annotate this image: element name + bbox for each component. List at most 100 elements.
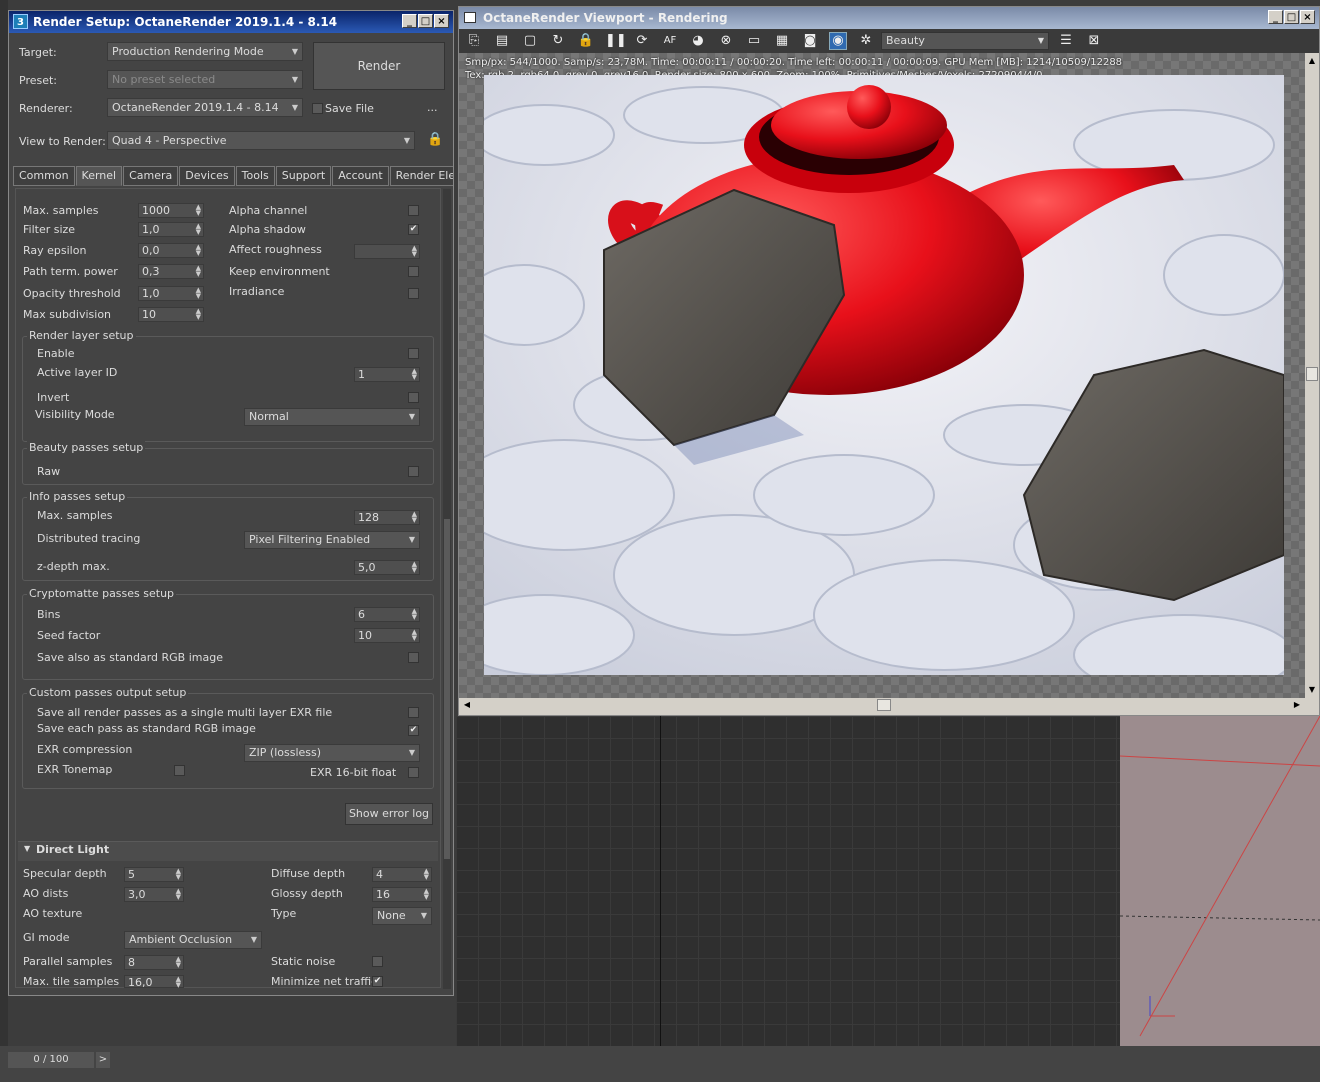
tab-support[interactable]: Support xyxy=(275,166,332,186)
no-select-icon[interactable]: ⊗ xyxy=(717,32,735,50)
top-viewport-grid[interactable] xyxy=(456,716,1120,1046)
spinner-arrows-icon[interactable]: ▲ ▼ xyxy=(196,223,201,236)
restart-icon[interactable]: ↻ xyxy=(549,32,567,50)
scroll-down-icon[interactable]: ▼ xyxy=(1306,684,1318,696)
type-dropdown[interactable]: None ▼ xyxy=(372,907,432,925)
multi-exr-checkbox[interactable] xyxy=(408,707,419,718)
scroll-right-icon[interactable]: ▶ xyxy=(1291,699,1303,711)
close-icon[interactable]: × xyxy=(1300,10,1315,24)
camera-active-icon[interactable]: ◉ xyxy=(829,32,847,50)
spinner-arrows-icon[interactable]: ▲ ▼ xyxy=(176,976,181,989)
max-subdivision-spinner[interactable]: 10 ▲ ▼ xyxy=(138,307,204,322)
tab-kernel[interactable]: Kernel xyxy=(75,166,123,186)
scrollbar-thumb[interactable] xyxy=(444,519,450,859)
minimize-icon[interactable]: _ xyxy=(402,14,417,28)
filter-size-spinner[interactable]: 1,0 ▲ ▼ xyxy=(138,222,204,237)
timeline-next-button[interactable]: > xyxy=(96,1052,110,1068)
opacity-threshold-spinner[interactable]: 1,0 ▲ ▼ xyxy=(138,286,204,301)
glossy-depth-spinner[interactable]: 16 ▲ ▼ xyxy=(372,887,432,902)
perspective-viewport[interactable] xyxy=(1120,716,1320,1046)
monitor-icon[interactable]: ▭ xyxy=(745,32,763,50)
scroll-up-icon[interactable]: ▲ xyxy=(1306,55,1318,67)
film-icon[interactable]: ▦ xyxy=(773,32,791,50)
timeline-slider[interactable]: 0 / 100 xyxy=(8,1052,94,1068)
spinner-arrows-icon[interactable]: ▲ ▼ xyxy=(424,888,429,901)
lock-render-icon[interactable]: 🔒 xyxy=(577,32,595,50)
spinner-arrows-icon[interactable]: ▲ ▼ xyxy=(176,868,181,881)
save-file-checkbox[interactable] xyxy=(312,103,323,114)
specular-depth-spinner[interactable]: 5 ▲ ▼ xyxy=(124,867,184,882)
render-button[interactable]: Render xyxy=(313,42,445,90)
af-icon[interactable]: AF xyxy=(661,32,679,50)
spinner-arrows-icon[interactable]: ▲ ▼ xyxy=(196,204,201,217)
save-rgb-checkbox[interactable] xyxy=(408,652,419,663)
active-layer-spinner[interactable]: 1 ▲ ▼ xyxy=(354,367,420,382)
scroll-left-icon[interactable]: ◀ xyxy=(461,699,473,711)
bins-spinner[interactable]: 6 ▲ ▼ xyxy=(354,607,420,622)
list-icon[interactable]: ☰ xyxy=(1057,32,1075,50)
viewport-titlebar[interactable]: OctaneRender Viewport - Rendering _ □ × xyxy=(459,7,1319,29)
pass-dropdown[interactable]: Beauty ▼ xyxy=(881,32,1049,50)
spinner-arrows-icon[interactable]: ▲ ▼ xyxy=(196,287,201,300)
tab-tools[interactable]: Tools xyxy=(235,166,275,186)
renderer-dropdown[interactable]: OctaneRender 2019.1.4 - 8.14 ▼ xyxy=(107,98,303,117)
diffuse-depth-spinner[interactable]: 4 ▲ ▼ xyxy=(372,867,432,882)
refresh-icon[interactable]: ⟳ xyxy=(633,32,651,50)
spinner-arrows-icon[interactable]: ▲ ▼ xyxy=(412,245,417,258)
minimize-icon[interactable]: _ xyxy=(1268,10,1283,24)
each-pass-rgb-checkbox[interactable]: ✔ xyxy=(408,725,419,736)
seed-factor-spinner[interactable]: 10 ▲ ▼ xyxy=(354,628,420,643)
spinner-arrows-icon[interactable]: ▲ ▼ xyxy=(176,956,181,969)
spinner-arrows-icon[interactable]: ▲ ▼ xyxy=(412,629,417,642)
scrollbar-thumb[interactable] xyxy=(1306,367,1318,381)
affect-roughness-spinner[interactable]: ▲ ▼ xyxy=(354,244,420,259)
alpha-shadow-checkbox[interactable]: ✔ xyxy=(408,224,419,235)
scrollbar-thumb[interactable] xyxy=(877,699,891,711)
spinner-arrows-icon[interactable]: ▲ ▼ xyxy=(412,608,417,621)
render-setup-titlebar[interactable]: 3 Render Setup: OctaneRender 2019.1.4 - … xyxy=(9,11,453,33)
enable-checkbox[interactable] xyxy=(408,348,419,359)
path-term-spinner[interactable]: 0,3 ▲ ▼ xyxy=(138,264,204,279)
spinner-arrows-icon[interactable]: ▲ ▼ xyxy=(196,265,201,278)
distributed-tracing-dropdown[interactable]: Pixel Filtering Enabled ▼ xyxy=(244,531,420,549)
maximize-icon[interactable]: □ xyxy=(418,14,433,28)
irradiance-checkbox[interactable] xyxy=(408,288,419,299)
tab-devices[interactable]: Devices xyxy=(179,166,235,186)
close-icon[interactable]: × xyxy=(434,14,449,28)
pause-icon[interactable]: ❚❚ xyxy=(605,32,627,50)
fit-icon[interactable]: ⊠ xyxy=(1085,32,1103,50)
exr-compression-dropdown[interactable]: ZIP (lossless) ▼ xyxy=(244,744,420,762)
more-files-button[interactable]: ... xyxy=(427,101,438,114)
raw-checkbox[interactable] xyxy=(408,466,419,477)
spinner-arrows-icon[interactable]: ▲ ▼ xyxy=(196,244,201,257)
spinner-arrows-icon[interactable]: ▲ ▼ xyxy=(196,308,201,321)
spinner-arrows-icon[interactable]: ▲ ▼ xyxy=(412,561,417,574)
info-max-samples-spinner[interactable]: 128 ▲ ▼ xyxy=(354,510,420,525)
preset-dropdown[interactable]: No preset selected ▼ xyxy=(107,70,303,89)
tab-common[interactable]: Common xyxy=(13,166,75,186)
collapse-icon[interactable]: ▼ xyxy=(24,844,30,853)
spinner-arrows-icon[interactable]: ▲ ▼ xyxy=(412,511,417,524)
render-setup-scrollbar[interactable] xyxy=(443,189,451,989)
alpha-channel-checkbox[interactable] xyxy=(408,205,419,216)
render-canvas[interactable]: Smp/px: 544/1000. Samp/s: 23,78M. Time: … xyxy=(459,53,1305,698)
minimize-traffic-checkbox[interactable]: ✔ xyxy=(372,976,383,987)
ao-dists-spinner[interactable]: 3,0 ▲ ▼ xyxy=(124,887,184,902)
max-samples-spinner[interactable]: 1000 ▲ ▼ xyxy=(138,203,204,218)
region-icon[interactable]: ▢ xyxy=(521,32,539,50)
invert-checkbox[interactable] xyxy=(408,392,419,403)
color-picker-icon[interactable]: ◕ xyxy=(689,32,707,50)
lock-icon[interactable]: 🔒 xyxy=(427,132,443,147)
visibility-mode-dropdown[interactable]: Normal ▼ xyxy=(244,408,420,426)
maximize-icon[interactable]: □ xyxy=(1284,10,1299,24)
settings-icon[interactable]: ✲ xyxy=(857,32,875,50)
save-image-icon[interactable]: ⎘ xyxy=(465,32,483,50)
viewport-vertical-scrollbar[interactable]: ▲ ▼ xyxy=(1305,53,1319,698)
keep-environment-checkbox[interactable] xyxy=(408,266,419,277)
ray-epsilon-spinner[interactable]: 0,0 ▲ ▼ xyxy=(138,243,204,258)
static-noise-checkbox[interactable] xyxy=(372,956,383,967)
tab-camera[interactable]: Camera xyxy=(123,166,179,186)
copy-icon[interactable]: ▤ xyxy=(493,32,511,50)
target-dropdown[interactable]: Production Rendering Mode ▼ xyxy=(107,42,303,61)
exr-16bit-checkbox[interactable] xyxy=(408,767,419,778)
